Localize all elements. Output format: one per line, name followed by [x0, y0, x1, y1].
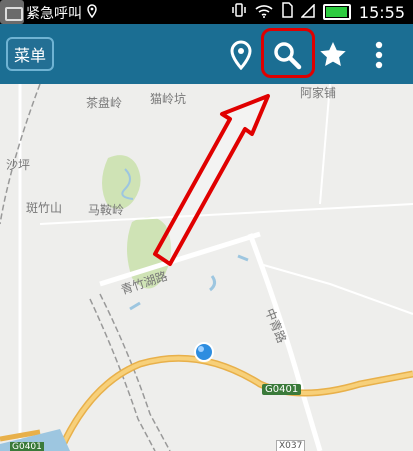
map-label: 阿家铺: [300, 86, 337, 100]
map-label: 茶盘岭: [86, 96, 123, 110]
water-pond: [209, 275, 217, 292]
menu-button[interactable]: 菜单: [6, 37, 54, 71]
emergency-call-text: 紧急呼叫: [26, 6, 82, 22]
zhongqing-road: [247, 233, 323, 451]
road-badge: G0401: [10, 442, 44, 451]
star-icon[interactable]: [314, 36, 352, 74]
map-canvas: [0, 84, 413, 451]
current-location-icon: [194, 342, 214, 362]
location-pin-icon[interactable]: [222, 36, 260, 74]
water-pond-3: [129, 301, 141, 311]
wifi-icon: [255, 3, 273, 22]
status-right: 15:55: [231, 2, 405, 22]
map-label: 斑竹山: [26, 201, 63, 215]
map-label: 猫岭坑: [150, 92, 187, 106]
status-bar: 紧急呼叫 15:55: [0, 0, 413, 24]
water-pond-2: [237, 254, 249, 262]
app-icon: [0, 0, 24, 24]
status-left: 紧急呼叫: [26, 3, 98, 23]
map-label: 马鞍岭: [88, 203, 125, 217]
railway: [99, 293, 171, 451]
minor-road: [259, 263, 413, 315]
sim-icon: [281, 2, 293, 22]
vibrate-icon: [231, 2, 247, 22]
toolbar: 菜单: [0, 24, 413, 84]
status-time: 15:55: [358, 2, 405, 22]
road-badge: X037: [276, 440, 306, 451]
overflow-menu-icon[interactable]: [360, 36, 398, 74]
map-view[interactable]: 茶盘岭 猫岭坑 阿家铺 沙坪 斑竹山 马鞍岭 青竹湖路 中青路 G0401 X0…: [0, 84, 413, 451]
road-badge: G0401: [262, 384, 302, 395]
battery-icon: [322, 4, 351, 20]
signal-icon: [300, 2, 315, 22]
location-status-icon: [86, 4, 98, 22]
map-label: 沙坪: [6, 158, 31, 172]
minor-road: [319, 84, 331, 205]
search-highlight-box: [261, 28, 315, 78]
